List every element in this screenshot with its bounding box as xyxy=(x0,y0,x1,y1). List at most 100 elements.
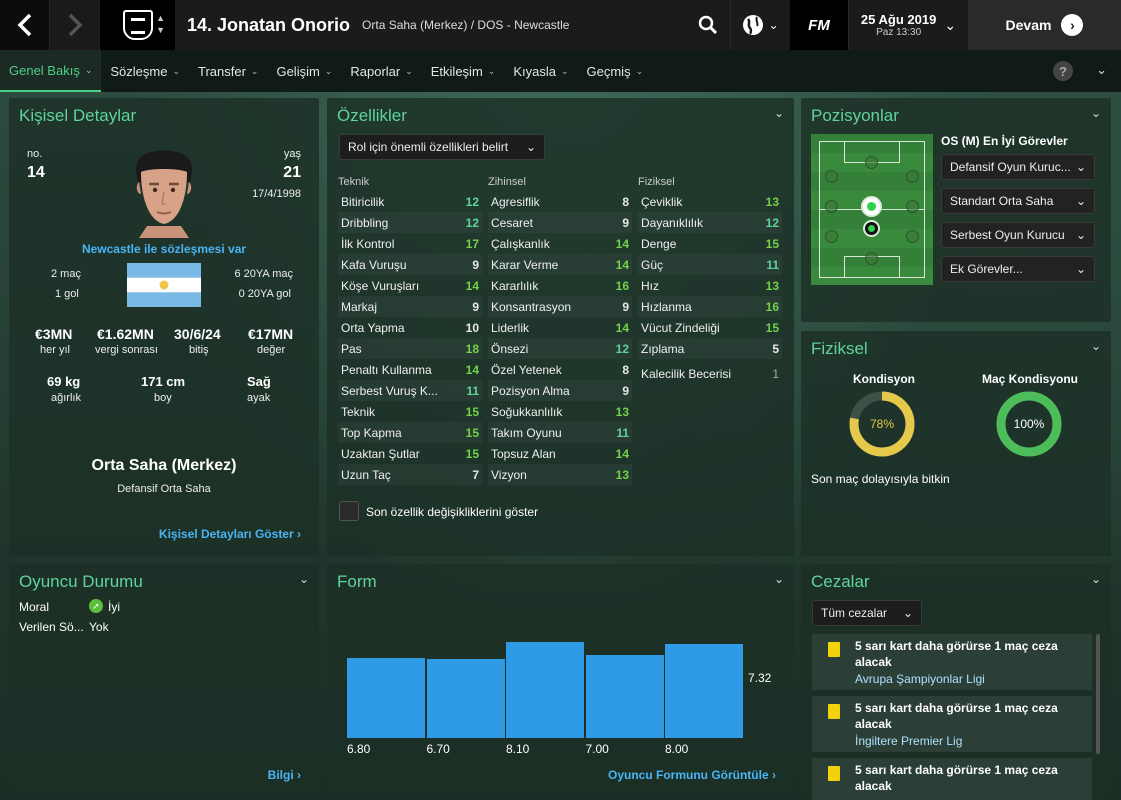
tab-compare[interactable]: Kıyasla ⌄ xyxy=(504,50,577,92)
attribute-row[interactable]: Özel Yetenek 8 xyxy=(488,359,632,380)
attribute-value: 16 xyxy=(765,299,779,314)
extra-roles-dropdown[interactable]: Ek Görevler... ⌄ xyxy=(941,256,1095,282)
attribute-row[interactable]: Bitiricilik 12 xyxy=(338,191,482,212)
continue-button[interactable]: Devam › xyxy=(968,0,1121,50)
ban-item[interactable]: 5 sarı kart daha görürse 1 maç ceza alac… xyxy=(812,758,1092,800)
attribute-row[interactable]: Cesaret 9 xyxy=(488,212,632,233)
attribute-row[interactable]: Dayanıklılık 12 xyxy=(638,212,782,233)
view-form-link[interactable]: Oyuncu Formunu Görüntüle › xyxy=(608,768,776,782)
attribute-row[interactable]: Çalışkanlık 14 xyxy=(488,233,632,254)
help-icon[interactable]: ? xyxy=(1053,61,1073,81)
ban-item[interactable]: 5 sarı kart daha görürse 1 maç ceza alac… xyxy=(812,634,1092,690)
attribute-row[interactable]: Güç 11 xyxy=(638,254,782,275)
attribute-value: 1 xyxy=(772,366,779,381)
date-block[interactable]: 25 Ağu 2019 Paz 13:30 ⌄ xyxy=(848,0,968,50)
chevron-down-icon[interactable]: ⌄ xyxy=(1091,106,1101,120)
club-crest-button[interactable]: ▲ ▼ xyxy=(100,0,175,50)
tab-development[interactable]: Gelişim ⌄ xyxy=(267,50,341,92)
attribute-name: Pas xyxy=(341,341,362,356)
role-highlight-dropdown[interactable]: Rol için önemli özellikleri belirt ⌄ xyxy=(339,134,545,160)
tab-interaction[interactable]: Etkileşim ⌄ xyxy=(422,50,505,92)
role-dropdown[interactable]: Standart Orta Saha ⌄ xyxy=(941,188,1095,214)
back-button[interactable] xyxy=(0,0,50,50)
attribute-row[interactable]: Penaltı Kullanma 14 xyxy=(338,359,482,380)
chevron-down-icon: ⌄ xyxy=(525,140,536,154)
attribute-row[interactable]: Soğukkanlılık 13 xyxy=(488,401,632,422)
attribute-row[interactable]: Uzaktan Şutlar 15 xyxy=(338,443,482,464)
attribute-row[interactable]: Agresiflik 8 xyxy=(488,191,632,212)
form-bar[interactable] xyxy=(665,643,743,738)
attribute-row[interactable]: Vizyon 13 xyxy=(488,464,632,485)
tab-contract[interactable]: Sözleşme ⌄ xyxy=(101,50,189,92)
attribute-row[interactable]: Vücut Zindeliği 15 xyxy=(638,317,782,338)
attribute-row[interactable]: Teknik 15 xyxy=(338,401,482,422)
attribute-row[interactable]: Kararlılık 16 xyxy=(488,275,632,296)
show-changes-label[interactable]: Son özellik değişikliklerini göster xyxy=(366,505,538,519)
form-bar[interactable] xyxy=(426,658,505,738)
tab-overview[interactable]: Genel Bakış ⌄ xyxy=(0,50,102,92)
chevron-down-icon[interactable]: ⌄ xyxy=(1091,572,1101,586)
attribute-row[interactable]: Hızlanma 16 xyxy=(638,296,782,317)
chevron-down-icon[interactable]: ⌄ xyxy=(774,106,784,120)
position-pitch[interactable] xyxy=(811,134,933,285)
ban-competition[interactable]: İngiltere Premier Lig xyxy=(855,734,962,748)
ban-competition[interactable]: Avrupa Şampiyonlar Ligi xyxy=(855,672,985,686)
player-subtitle[interactable]: Orta Saha (Merkez) / DOS - Newcastle xyxy=(362,18,569,32)
attribute-name: Topsuz Alan xyxy=(491,446,556,461)
attribute-row[interactable]: Hız 13 xyxy=(638,275,782,296)
contract-status[interactable]: Newcastle ile sözleşmesi var xyxy=(9,242,319,256)
bans-filter-dropdown[interactable]: Tüm cezalar ⌄ xyxy=(812,600,922,626)
form-bar[interactable] xyxy=(347,657,425,738)
info-link[interactable]: Bilgi › xyxy=(268,768,301,782)
attribute-row[interactable]: Kalecilik Becerisi 1 xyxy=(638,363,782,384)
panel-title: Fiziksel xyxy=(811,339,868,358)
attribute-row[interactable]: Kafa Vuruşu 9 xyxy=(338,254,482,275)
attribute-row[interactable]: Topsuz Alan 14 xyxy=(488,443,632,464)
attribute-row[interactable]: Konsantrasyon 9 xyxy=(488,296,632,317)
forward-button[interactable] xyxy=(50,0,100,50)
dropdown-label: Defansif Oyun Kuruc... xyxy=(950,160,1071,174)
attribute-row[interactable]: Orta Yapma 10 xyxy=(338,317,482,338)
role-dropdown[interactable]: Serbest Oyun Kurucu ⌄ xyxy=(941,222,1095,248)
globe-menu-button[interactable]: ⌄ xyxy=(730,0,790,50)
tab-transfer[interactable]: Transfer ⌄ xyxy=(189,50,267,92)
role-dropdown[interactable]: Defansif Oyun Kuruc... ⌄ xyxy=(941,154,1095,180)
tab-reports[interactable]: Raporlar ⌄ xyxy=(341,50,421,92)
chevron-down-icon[interactable]: ⌄ xyxy=(1091,339,1101,353)
chevron-down-icon[interactable]: ⌄ xyxy=(774,572,784,586)
attribute-name: Agresiflik xyxy=(491,194,540,209)
chevron-down-icon[interactable]: ⌄ xyxy=(299,572,309,586)
ban-item[interactable]: 5 sarı kart daha görürse 1 maç ceza alac… xyxy=(812,696,1092,752)
attribute-row[interactable]: Uzun Taç 7 xyxy=(338,464,482,485)
attribute-row[interactable]: Önsezi 12 xyxy=(488,338,632,359)
morale-value[interactable]: İyi xyxy=(108,600,120,614)
chevron-down-icon[interactable]: ⌄ xyxy=(1096,62,1107,78)
attribute-row[interactable]: İlk Kontrol 17 xyxy=(338,233,482,254)
attribute-row[interactable]: Denge 15 xyxy=(638,233,782,254)
attribute-name: Denge xyxy=(641,236,677,251)
attribute-row[interactable]: Çeviklik 13 xyxy=(638,191,782,212)
attribute-row[interactable]: Top Kapma 15 xyxy=(338,422,482,443)
tab-history[interactable]: Geçmiş ⌄ xyxy=(578,50,653,92)
attribute-row[interactable]: Pozisyon Alma 9 xyxy=(488,380,632,401)
search-button[interactable] xyxy=(686,0,730,50)
attribute-row[interactable]: Takım Oyunu 11 xyxy=(488,422,632,443)
form-bar[interactable] xyxy=(585,655,664,738)
show-changes-checkbox[interactable] xyxy=(339,501,359,521)
attribute-row[interactable]: Pas 18 xyxy=(338,338,482,359)
attribute-row[interactable]: Köşe Vuruşları 14 xyxy=(338,275,482,296)
attribute-row[interactable]: Zıplama 5 xyxy=(638,338,782,359)
attribute-row[interactable]: Serbest Vuruş K... 11 xyxy=(338,380,482,401)
attribute-row[interactable]: Dribbling 12 xyxy=(338,212,482,233)
player-face-image[interactable] xyxy=(129,142,199,238)
attribute-value: 9 xyxy=(472,257,479,272)
player-switch-arrows-icon[interactable]: ▲ ▼ xyxy=(156,12,165,36)
fm-logo[interactable]: FM xyxy=(790,0,848,50)
attribute-row[interactable]: Karar Verme 14 xyxy=(488,254,632,275)
show-personal-details-link[interactable]: Kişisel Detayları Göster › xyxy=(159,527,301,541)
form-bar[interactable] xyxy=(506,642,584,738)
bans-scrollbar[interactable] xyxy=(1096,634,1100,754)
attribute-row[interactable]: Liderlik 14 xyxy=(488,317,632,338)
pitch-position xyxy=(865,252,878,265)
attribute-row[interactable]: Markaj 9 xyxy=(338,296,482,317)
